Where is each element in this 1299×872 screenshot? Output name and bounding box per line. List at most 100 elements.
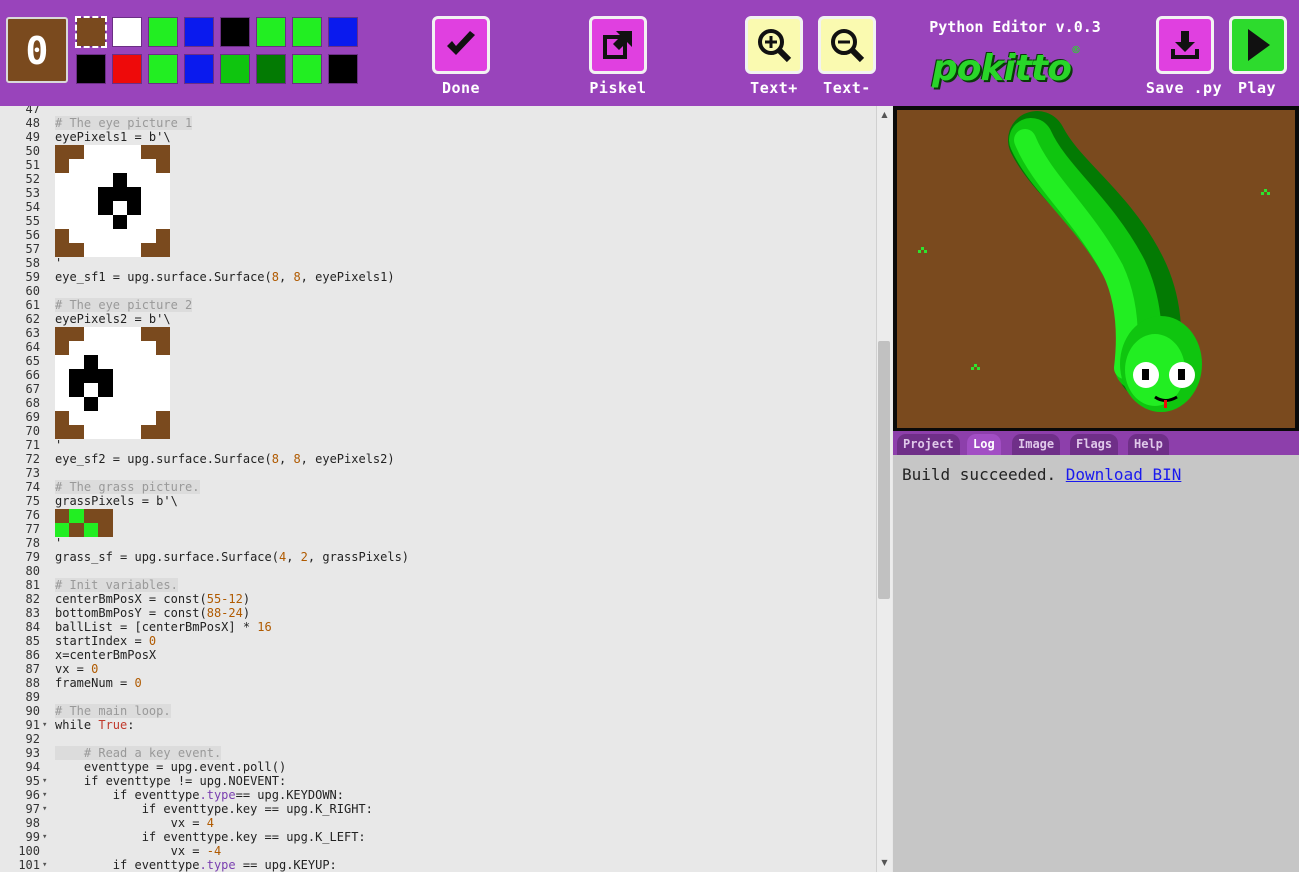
text-plus-button[interactable] <box>745 16 803 74</box>
code-line: 47 <box>0 106 876 116</box>
tab-project[interactable]: Project <box>897 434 960 455</box>
tab-image[interactable]: Image <box>1012 434 1061 455</box>
palette-swatch[interactable] <box>75 16 107 48</box>
line-number: 62 <box>25 312 40 326</box>
tab-help[interactable]: Help <box>1128 434 1169 455</box>
scroll-down-arrow-icon[interactable]: ▼ <box>877 856 892 870</box>
line-number: 89 <box>25 690 40 704</box>
code-line: 84 ballList = [centerBmPosX] * 16 <box>0 620 876 634</box>
code-line: 101 ▾ if eventtype.type == upg.KEYUP: <box>0 858 876 872</box>
download-bin-link[interactable]: Download BIN <box>1066 465 1182 484</box>
palette-swatch[interactable] <box>76 54 106 84</box>
piskel-button[interactable] <box>589 16 647 74</box>
line-number: 78 <box>25 536 40 550</box>
fold-arrow-icon[interactable]: ▾ <box>42 718 47 732</box>
code-line: 91 ▾ while True: <box>0 718 876 732</box>
line-number: 82 <box>25 592 40 606</box>
code-line: 48 # The eye picture 1 <box>0 116 876 130</box>
palette-swatch[interactable] <box>292 54 322 84</box>
code-line: 81 # Init variables. <box>0 578 876 592</box>
code-text: eye_sf2 = upg.surface.Surface(8, 8, eyeP… <box>55 452 395 466</box>
zoom-in-icon <box>758 29 792 63</box>
code-text: # The grass picture. <box>55 480 200 494</box>
palette-swatch[interactable] <box>184 54 214 84</box>
line-number: 93 <box>25 746 40 760</box>
code-editor[interactable]: 47 48 # The eye picture 1 49 eyePixels1 = b'… <box>0 106 876 872</box>
code-line: 95 ▾ if eventtype != upg.NOEVENT: <box>0 774 876 788</box>
code-line: 72 eye_sf2 = upg.surface.Surface(8, 8, ey… <box>0 452 876 466</box>
fold-arrow-icon[interactable]: ▾ <box>42 802 47 816</box>
build-message: Build succeeded. <box>902 465 1066 484</box>
code-text: frameNum = 0 <box>55 676 142 690</box>
palette-swatch[interactable] <box>292 17 322 47</box>
code-text: grass_sf = upg.surface.Surface(4, 2, gra… <box>55 550 410 564</box>
line-number: 51 <box>25 158 40 172</box>
fold-arrow-icon[interactable]: ▾ <box>42 858 47 872</box>
code-line: 97 ▾ if eventtype.key == upg.K_RIGHT: <box>0 802 876 816</box>
code-text: eyePixels1 = b'\ <box>55 130 171 144</box>
line-number: 49 <box>25 130 40 144</box>
play-button[interactable] <box>1229 16 1287 74</box>
external-edit-icon <box>603 31 632 59</box>
code-line: 71 ' <box>0 438 876 452</box>
line-number: 70 <box>25 424 40 438</box>
palette-swatch[interactable] <box>112 54 142 84</box>
code-line: 100 vx = -4 <box>0 844 876 858</box>
code-text: if eventtype != upg.NOEVENT: <box>55 774 287 788</box>
line-number: 83 <box>25 606 40 620</box>
code-text: ' <box>55 256 63 270</box>
palette-swatch[interactable] <box>220 17 250 47</box>
line-number: 98 <box>25 816 40 830</box>
editor-title: Python Editor v.0.3 <box>929 18 1101 36</box>
line-number: 65 <box>25 354 40 368</box>
line-number: 91 <box>25 718 40 732</box>
download-icon <box>1171 31 1199 59</box>
code-line: 93 # Read a key event. <box>0 746 876 760</box>
line-number: 54 <box>25 200 40 214</box>
line-number: 94 <box>25 760 40 774</box>
palette-swatch[interactable] <box>148 54 178 84</box>
code-text: eyePixels2 = b'\ <box>55 312 171 326</box>
code-text: x=centerBmPosX <box>55 648 157 662</box>
tab-log[interactable]: Log <box>967 434 1001 455</box>
code-line: 79 grass_sf = upg.surface.Surface(4, 2, g… <box>0 550 876 564</box>
line-number: 77 <box>25 522 40 536</box>
editor-scrollbar[interactable]: ▲ ▼ <box>876 106 892 872</box>
logo-registered-mark: ® <box>1070 45 1081 56</box>
done-button[interactable] <box>432 16 490 74</box>
line-number: 66 <box>25 368 40 382</box>
line-number: 84 <box>25 620 40 634</box>
palette-swatch[interactable] <box>112 17 142 47</box>
line-number: 56 <box>25 228 40 242</box>
code-line: 99 ▾ if eventtype.key == upg.K_LEFT: <box>0 830 876 844</box>
code-text: # Read a key event. <box>55 746 222 760</box>
palette-swatch[interactable] <box>256 54 286 84</box>
code-text: ' <box>55 536 63 550</box>
fold-arrow-icon[interactable]: ▾ <box>42 774 47 788</box>
scroll-thumb[interactable] <box>878 341 890 599</box>
code-line: 88 frameNum = 0 <box>0 676 876 690</box>
palette-swatch[interactable] <box>184 17 214 47</box>
text-minus-label: Text- <box>823 79 871 97</box>
palette-swatch[interactable] <box>328 54 358 84</box>
code-line: 94 eventtype = upg.event.poll() <box>0 760 876 774</box>
line-number: 68 <box>25 396 40 410</box>
palette-swatch[interactable] <box>328 17 358 47</box>
palette-swatch[interactable] <box>148 17 178 47</box>
code-line: 78 ' <box>0 536 876 550</box>
eye-picture-2 <box>55 327 171 439</box>
tab-flags[interactable]: Flags <box>1070 434 1119 455</box>
scroll-up-arrow-icon[interactable]: ▲ <box>877 108 892 122</box>
palette-swatch[interactable] <box>220 54 250 84</box>
save-py-button[interactable] <box>1156 16 1214 74</box>
fold-arrow-icon[interactable]: ▾ <box>42 788 47 802</box>
fold-arrow-icon[interactable]: ▾ <box>42 830 47 844</box>
pokitto-logo: pokitto® <box>932 45 1081 89</box>
code-text: ' <box>55 438 63 452</box>
line-number: 58 <box>25 256 40 270</box>
code-text: startIndex = 0 <box>55 634 157 648</box>
line-number: 74 <box>25 480 40 494</box>
palette-swatch[interactable] <box>256 17 286 47</box>
text-minus-button[interactable] <box>818 16 876 74</box>
code-text: if eventtype.type == upg.KEYUP: <box>55 858 337 872</box>
